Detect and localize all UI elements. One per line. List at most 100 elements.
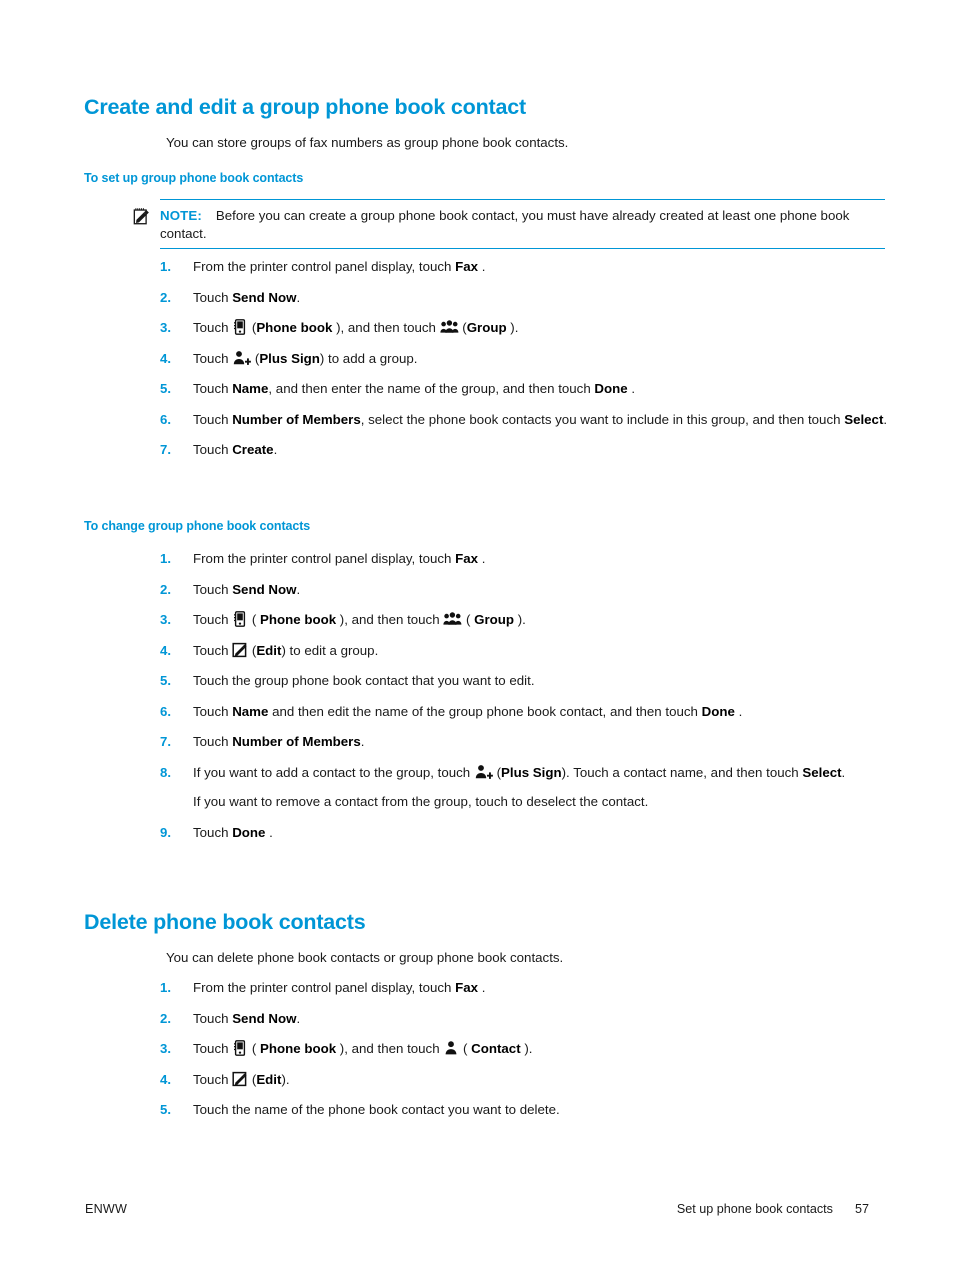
- note-label: NOTE:: [160, 208, 202, 223]
- footer-page-number: 57: [854, 1202, 869, 1216]
- step-item: 1. From the printer control panel display…: [160, 550, 890, 568]
- section-title-delete: Delete phone book contacts: [84, 910, 366, 934]
- step-number: 8.: [160, 764, 171, 780]
- step-text: Touch (Plus Sign) to add a group.: [193, 350, 418, 366]
- ui-label-emphasis: Number of Members: [232, 411, 361, 427]
- ui-label-emphasis: Fax: [455, 259, 479, 274]
- ui-label-emphasis: Done: [701, 703, 735, 719]
- note-text: Before you can create a group phone book…: [160, 208, 850, 241]
- step-item: 5. Touch the group phone book contact tha…: [160, 672, 890, 690]
- step-text: Touch the group phone book contact that …: [193, 673, 535, 688]
- step-number: 7.: [160, 442, 171, 457]
- note-text-block: NOTE: Before you can create a group phone…: [133, 199, 885, 249]
- step-text: Touch the name of the phone book contact…: [193, 1102, 560, 1117]
- step-number: 3.: [160, 1041, 171, 1056]
- note-callout: NOTE: Before you can create a group phone…: [133, 199, 885, 249]
- ui-label-emphasis: Send Now: [232, 289, 297, 305]
- edit-icon: [232, 642, 248, 658]
- note-top-divider: [160, 199, 885, 201]
- step-text: From the printer control panel display, …: [193, 259, 486, 274]
- step-text: From the printer control panel display, …: [193, 551, 486, 566]
- step-text: Touch Number of Members.: [193, 734, 365, 749]
- ui-label-emphasis: Phone book: [256, 320, 333, 335]
- step-text: Touch (Edit).: [193, 1071, 290, 1087]
- step-number: 7.: [160, 734, 171, 749]
- ui-label-emphasis: Group: [474, 612, 515, 627]
- subsection-heading-change-group: To change group phone book contacts: [84, 519, 311, 533]
- step-item: 2. Touch Send Now.: [160, 581, 890, 599]
- step-item: 5. Touch the name of the phone book conta…: [160, 1101, 890, 1119]
- step-number: 5.: [160, 381, 171, 396]
- ui-label-emphasis: Name: [232, 381, 269, 396]
- step-text: Touch Done .: [193, 824, 273, 840]
- footer-chapter-title: Set up phone book contacts: [676, 1202, 833, 1216]
- ui-label-emphasis: Contact: [471, 1041, 521, 1056]
- step-item: 7. Touch Number of Members.: [160, 733, 890, 751]
- ui-label-emphasis: Done: [232, 824, 266, 840]
- ui-label-emphasis: Group: [466, 320, 507, 335]
- step-item: 5. Touch Name, and then enter the name of…: [160, 380, 890, 398]
- ui-label-emphasis: Edit: [256, 642, 282, 658]
- ui-label-emphasis: Phone book: [260, 612, 337, 627]
- ui-label-emphasis: Select: [802, 764, 842, 780]
- step-text: Touch Send Now.: [193, 1010, 301, 1026]
- step-item: 1. From the printer control panel display…: [160, 258, 890, 276]
- ui-label-emphasis: Send Now: [232, 1010, 297, 1026]
- subsection-heading-setup-group: To set up group phone book contacts: [84, 171, 304, 185]
- section-intro-paragraph-delete: You can delete phone book contacts or gr…: [166, 950, 564, 965]
- step-text: If you want to add a contact to the grou…: [193, 764, 846, 780]
- step-number: 2.: [160, 1010, 171, 1026]
- step-text: Touch Name, and then enter the name of t…: [193, 381, 636, 396]
- step-item: 6. Touch Name and then edit the name of t…: [160, 703, 890, 721]
- step-number: 5.: [160, 673, 171, 688]
- ui-label-emphasis: Phone book: [260, 1041, 337, 1056]
- step-item: 9. Touch Done .: [160, 824, 890, 842]
- group-icon: [439, 319, 459, 335]
- step-text: Touch Number of Members, select the phon…: [193, 411, 888, 427]
- step-item: 2. Touch Send Now.: [160, 289, 890, 307]
- ui-label-emphasis: Plus Sign: [259, 350, 320, 366]
- step-number: 3.: [160, 612, 171, 627]
- ui-label-emphasis: Fax: [455, 980, 479, 995]
- group-icon: [443, 611, 462, 627]
- document-page: Create and edit a group phone book conta…: [0, 0, 954, 1271]
- step-item: 8. If you want to add a contact to the gr…: [160, 764, 890, 811]
- step-text: Touch (Edit) to edit a group.: [193, 642, 379, 658]
- steps-list-delete: 1. From the printer control panel display…: [160, 979, 890, 1132]
- ui-label-emphasis: Plus Sign: [501, 764, 562, 780]
- ui-label-emphasis: Number of Members: [232, 734, 361, 749]
- step-number: 6.: [160, 411, 171, 427]
- step-item: 1. From the printer control panel display…: [160, 979, 890, 997]
- step-sub-paragraph: If you want to remove a contact from the…: [193, 794, 649, 809]
- ui-label-emphasis: Done: [594, 381, 628, 396]
- step-item: 2. Touch Send Now.: [160, 1010, 890, 1028]
- ui-label-emphasis: Fax: [455, 551, 479, 566]
- step-text: Touch ( Phone book ), and then touch ( C…: [193, 1040, 533, 1056]
- step-text: Touch Send Now.: [193, 581, 301, 597]
- step-number: 4.: [160, 350, 171, 366]
- step-number: 5.: [160, 1102, 171, 1117]
- edit-icon: [232, 1071, 248, 1087]
- step-item: 7. Touch Create.: [160, 441, 890, 459]
- step-item: 3. Touch (Phone book ), and then touch (G…: [160, 319, 890, 337]
- step-number: 9.: [160, 824, 171, 840]
- step-text: Touch Name and then edit the name of the…: [193, 703, 743, 719]
- page-title: Create and edit a group phone book conta…: [84, 95, 526, 119]
- step-item: 4. Touch (Edit).: [160, 1071, 890, 1089]
- note-bottom-divider: [160, 247, 885, 249]
- step-number: 4.: [160, 1071, 171, 1087]
- step-number: 2.: [160, 581, 171, 597]
- step-text: From the printer control panel display, …: [193, 980, 486, 995]
- ui-label-emphasis: Edit: [256, 1071, 282, 1087]
- ui-label-emphasis: Name: [232, 703, 269, 719]
- steps-list-change-group: 1. From the printer control panel display…: [160, 550, 890, 854]
- step-number: 4.: [160, 642, 171, 658]
- step-text: Touch ( Phone book ), and then touch ( G…: [193, 611, 526, 627]
- step-number: 1.: [160, 551, 171, 566]
- phone-book-icon: [232, 611, 248, 627]
- step-number: 1.: [160, 259, 171, 274]
- steps-list-setup-group: 1. From the printer control panel display…: [160, 258, 890, 472]
- phone-book-icon: [232, 1040, 248, 1056]
- step-text: Touch Send Now.: [193, 289, 301, 305]
- step-number: 6.: [160, 703, 171, 719]
